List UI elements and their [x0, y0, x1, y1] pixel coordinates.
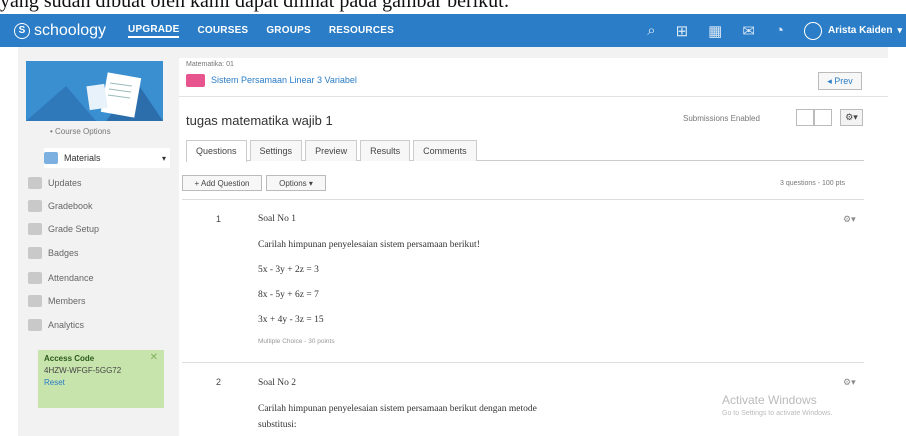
submissions-toggle-on[interactable] [814, 109, 832, 126]
sidebar-item-label: Materials [64, 153, 101, 163]
equation-line: 8x - 5y + 6z = 7 [258, 290, 319, 300]
nav-upgrade[interactable]: UPGRADE [128, 24, 180, 38]
tab-comments[interactable]: Comments [413, 140, 477, 161]
sidebar-item-analytics[interactable]: Analytics [28, 315, 168, 335]
sidebar-item-label: Attendance [48, 273, 94, 283]
gear-icon[interactable]: ⚙▾ [843, 214, 856, 225]
sidebar-item-updates[interactable]: Updates [28, 173, 168, 193]
user-name: Arista Kaiden [828, 25, 893, 36]
sidebar-item-label: Members [48, 296, 86, 306]
question-text: Carilah himpunan penyelesaian sistem per… [258, 240, 480, 250]
nav-courses[interactable]: COURSES [197, 25, 248, 36]
activate-windows-title: Activate Windows [722, 393, 817, 407]
header-divider [179, 96, 888, 97]
question-meta: Multiple Choice - 30 points [258, 338, 335, 345]
sidebar-item-label: Grade Setup [48, 224, 100, 234]
close-icon[interactable]: ✕ [150, 352, 158, 363]
question-number: 1 [216, 214, 222, 224]
tab-settings[interactable]: Settings [249, 140, 303, 161]
submissions-status: Submissions Enabled [683, 114, 760, 123]
sidebar-item-label: Badges [48, 248, 79, 258]
tab-preview[interactable]: Preview [305, 140, 358, 161]
schoology-logo[interactable]: S schoology [14, 22, 106, 40]
breadcrumb-course[interactable]: Matematika: 01 [186, 61, 234, 68]
sidebar-item-label: Updates [48, 178, 82, 188]
sidebar-item-materials[interactable]: Materials ▾ [44, 148, 170, 168]
folder-icon [186, 74, 205, 87]
submissions-toggle-off[interactable] [796, 109, 814, 126]
sidebar-item-label: Analytics [48, 320, 85, 330]
caption-text: yang sudah dibuat oleh kami dapat diliha… [0, 0, 510, 12]
attendance-icon [28, 272, 42, 284]
question-title[interactable]: Soal No 2 [258, 378, 296, 388]
search-icon[interactable]: ⌕ [647, 22, 655, 39]
question-title[interactable]: Soal No 1 [258, 214, 296, 224]
calendar-icon[interactable]: ▦ [708, 22, 722, 40]
course-options-link[interactable]: • Course Options [50, 127, 111, 136]
access-code-box: Access Code 4HZW-WFGF-5GG72 Reset ✕ [38, 350, 164, 408]
page-title: tugas matematika wajib 1 [186, 113, 333, 128]
course-image [26, 61, 163, 121]
tab-bar: Questions Settings Preview Results Comme… [186, 140, 864, 162]
sidebar-item-members[interactable]: Members [28, 291, 168, 311]
chevron-down-icon: ▾ [161, 153, 166, 163]
sidebar-item-badges[interactable]: Badges [28, 243, 168, 263]
logo-icon: S [14, 22, 30, 39]
access-code-title: Access Code [44, 354, 95, 363]
members-icon [28, 295, 42, 307]
reset-link[interactable]: Reset [44, 378, 158, 387]
prev-button[interactable]: ◂ Prev [818, 72, 862, 90]
sidebar-item-label: Gradebook [48, 201, 93, 211]
gear-icon: ⚙▾ [845, 112, 858, 122]
avatar [804, 21, 822, 40]
equation-line: 3x + 4y - 3z = 15 [258, 315, 324, 325]
course-illustration [26, 61, 163, 121]
grade-setup-icon [28, 223, 42, 235]
settings-gear-button[interactable]: ⚙▾ [840, 109, 863, 126]
sidebar-item-grade-setup[interactable]: Grade Setup [28, 219, 168, 239]
updates-icon [28, 177, 42, 189]
tab-results[interactable]: Results [360, 140, 411, 161]
materials-icon [44, 152, 58, 164]
question-summary: 3 questions - 100 pts [780, 180, 845, 187]
sidebar-item-gradebook[interactable]: Gradebook [28, 196, 168, 216]
top-navbar: S schoology UPGRADE COURSES GROUPS RESOU… [0, 14, 906, 47]
logo-text: schoology [34, 21, 107, 39]
user-menu[interactable]: Arista Kaiden ▾ [804, 21, 902, 40]
chevron-down-icon: ▾ [897, 25, 902, 35]
add-question-button[interactable]: + Add Question [182, 175, 262, 191]
question-text: Carilah himpunan penyelesaian sistem per… [258, 404, 537, 414]
apps-grid-icon[interactable]: ⊞ [676, 22, 689, 40]
badges-icon [28, 247, 42, 259]
nav-groups[interactable]: GROUPS [266, 25, 311, 36]
question-text: substitusi: [258, 420, 297, 430]
equation-line: 5x - 3y + 2z = 3 [258, 265, 319, 275]
mail-icon[interactable]: ✉ [742, 22, 755, 40]
gear-icon[interactable]: ⚙▾ [843, 377, 856, 388]
gradebook-icon [28, 200, 42, 212]
activate-windows-subtitle: Go to Settings to activate Windows. [722, 410, 833, 417]
breadcrumb-folder[interactable]: Sistem Persamaan Linear 3 Variabel [211, 75, 357, 85]
list-divider [182, 199, 864, 200]
sidebar-item-attendance[interactable]: Attendance [28, 268, 168, 288]
question-number: 2 [216, 377, 222, 387]
options-dropdown[interactable]: Options ▾ [266, 175, 326, 191]
question-divider [182, 362, 864, 363]
analytics-icon [28, 319, 42, 331]
nav-resources[interactable]: RESOURCES [329, 25, 394, 36]
bell-icon[interactable]: ◔ [775, 22, 784, 39]
access-code-value: 4HZW-WFGF-5GG72 [44, 366, 122, 375]
tab-questions[interactable]: Questions [186, 140, 247, 162]
nav-icons: ⌕ ⊞ ▦ ✉ ◔ Arista Kaiden ▾ [647, 14, 906, 47]
caption-strip: yang sudah dibuat oleh kami dapat diliha… [0, 0, 906, 14]
